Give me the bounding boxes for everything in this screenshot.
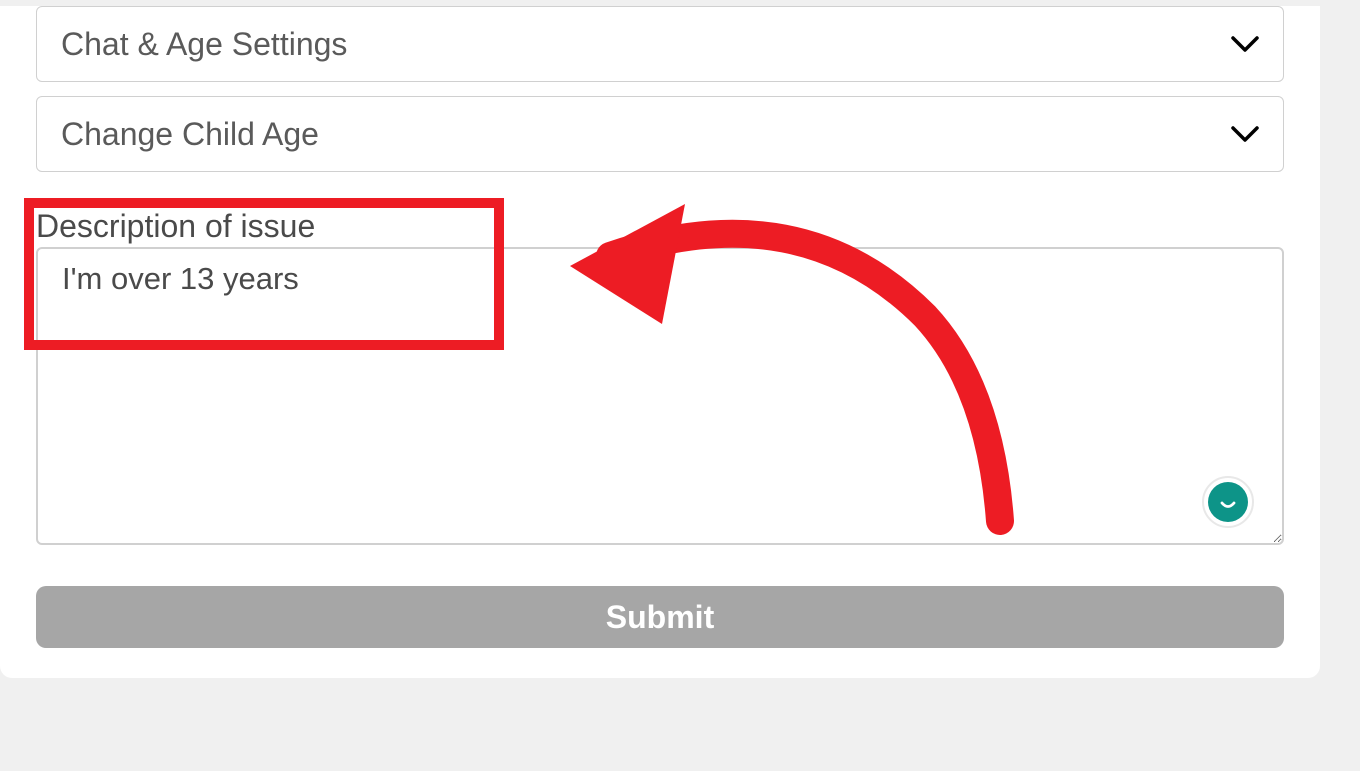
dropdown-label: Chat & Age Settings (61, 26, 347, 63)
dropdown-label: Change Child Age (61, 116, 319, 153)
support-form-container: Chat & Age Settings Change Child Age Des… (0, 6, 1320, 678)
subcategory-dropdown[interactable]: Change Child Age (36, 96, 1284, 172)
textarea-wrapper (36, 247, 1284, 550)
submit-button[interactable]: Submit (36, 586, 1284, 648)
chevron-down-icon (1231, 35, 1259, 53)
chevron-down-icon (1231, 125, 1259, 143)
grammarly-badge[interactable] (1202, 476, 1254, 528)
description-label: Description of issue (36, 208, 1284, 245)
category-dropdown[interactable]: Chat & Age Settings (36, 6, 1284, 82)
description-textarea[interactable] (36, 247, 1284, 545)
grammarly-icon (1208, 482, 1248, 522)
